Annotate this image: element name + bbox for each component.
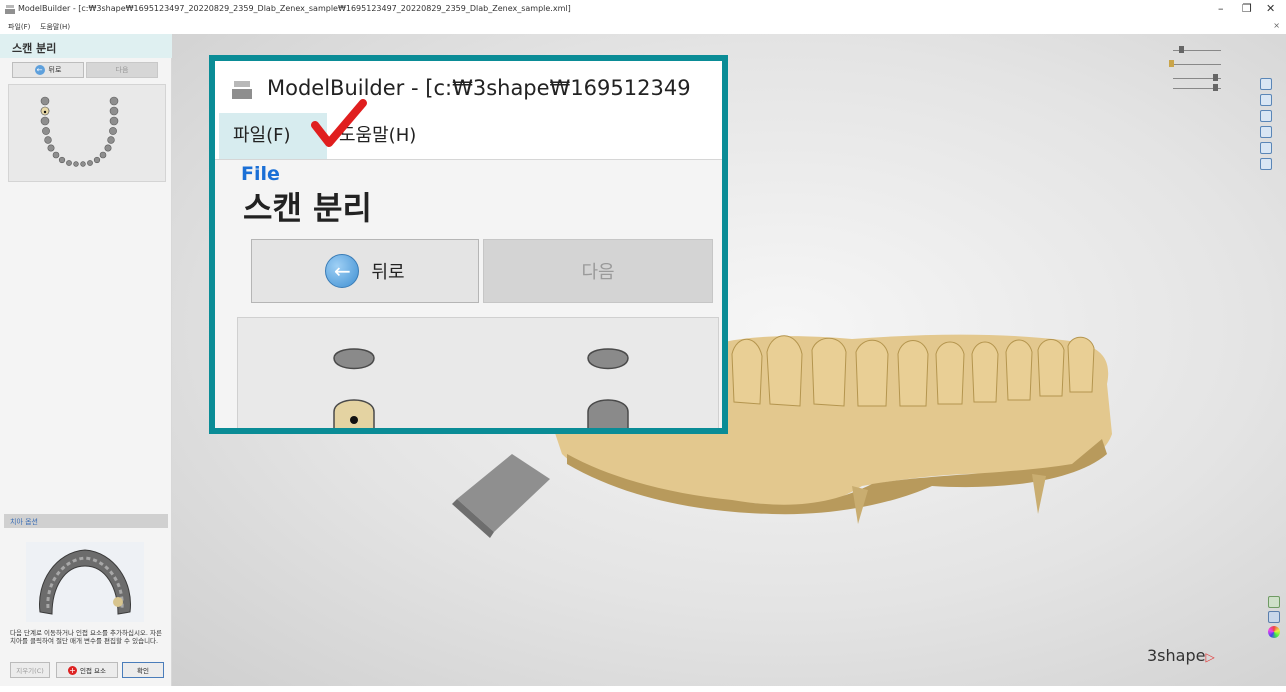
title-bar: ModelBuilder - [c:₩3shape₩1695123497_202… <box>0 0 1286 20</box>
view-left-icon[interactable] <box>1260 110 1272 122</box>
base-icon[interactable] <box>1213 74 1218 81</box>
display-toolbar <box>1268 596 1284 641</box>
window-title: ModelBuilder - [c:₩3shape₩1695123497_202… <box>18 4 571 13</box>
confirm-button-label: 확인 <box>137 667 149 675</box>
callout-next-button[interactable]: 다음 <box>483 239 713 303</box>
back-button[interactable]: ← 뒤로 <box>12 62 84 78</box>
callout-step-title: 스캔 분리 <box>243 189 372 227</box>
clear-button-label: 지우기(C) <box>16 667 44 675</box>
callout-window-title: ModelBuilder - [c:₩3shape₩169512349 <box>267 76 691 100</box>
arch-preview-icon <box>39 549 131 615</box>
clear-button[interactable]: 지우기(C) <box>10 662 50 678</box>
app-icon <box>5 5 15 14</box>
callout-back-arrow-icon: ← <box>325 254 360 288</box>
menu-file[interactable]: 파일(F) <box>8 22 30 32</box>
close-document-icon[interactable]: × <box>1273 21 1280 30</box>
view-right-icon[interactable] <box>1260 126 1272 138</box>
next-button[interactable]: 다음 <box>86 62 158 78</box>
callout-next-label: 다음 <box>581 262 615 283</box>
close-button[interactable]: ✕ <box>1266 3 1275 15</box>
color-mode-icon[interactable] <box>1268 626 1280 638</box>
scan-view-icon[interactable] <box>1268 596 1280 608</box>
view-top-icon[interactable] <box>1260 142 1272 154</box>
dental-arch-selector[interactable] <box>8 84 166 182</box>
adjacent-element-button[interactable]: + 인접 요소 <box>56 662 118 678</box>
clipping-sliders[interactable] <box>1165 40 1229 96</box>
back-arrow-icon: ← <box>34 65 45 75</box>
view-toolbar <box>1260 78 1276 174</box>
next-button-label: 다음 <box>115 66 129 74</box>
slider-track-2[interactable] <box>1173 64 1221 65</box>
implant-icon[interactable] <box>1213 84 1218 91</box>
model-view-icon[interactable] <box>1268 611 1280 623</box>
zoom-callout: ModelBuilder - [c:₩3shape₩169512349 파일(F… <box>209 55 728 434</box>
scissors-icon[interactable] <box>1179 46 1184 53</box>
brand-arrow-icon: ▷ <box>1205 650 1215 664</box>
view-front-icon[interactable] <box>1260 78 1272 90</box>
confirm-button[interactable]: 확인 <box>122 662 164 678</box>
brand-text: 3shape <box>1147 646 1206 665</box>
instructions-text: 다음 단계로 이동하거나 인접 요소를 추가하십시오. 자른 치아를 클릭하여 … <box>10 629 163 645</box>
callout-back-label: 뒤로 <box>371 262 405 283</box>
add-icon: + <box>68 665 77 675</box>
dental-arch-icon <box>40 96 119 167</box>
minimize-button[interactable]: – <box>1218 3 1224 15</box>
brand-logo: 3shape▷ <box>1147 646 1215 665</box>
callout-arch-selector[interactable] <box>237 317 719 428</box>
app-icon-large <box>232 81 252 99</box>
file-annotation: File <box>241 163 280 185</box>
restore-button[interactable]: ❐ <box>1242 3 1252 15</box>
callout-back-button[interactable]: ← 뒤로 <box>251 239 479 303</box>
callout-teeth-icon <box>333 348 629 428</box>
adjacent-element-label: 인접 요소 <box>80 667 106 675</box>
step-title: 스캔 분리 <box>12 42 57 55</box>
menu-bar: 파일(F) 도움말(H) × <box>0 20 1286 34</box>
model-visibility-icon[interactable] <box>1169 60 1174 67</box>
tooth-options-header: 치아 옵션 <box>4 514 168 528</box>
back-button-label: 뒤로 <box>48 66 62 74</box>
left-panel: 스캔 분리 ← 뒤로 다음 치아 옵션 다음 단계로 이동하거나 인접 요소를 … <box>0 34 172 686</box>
view-back-icon[interactable] <box>1260 94 1272 106</box>
menu-help[interactable]: 도움말(H) <box>40 22 70 32</box>
view-bottom-icon[interactable] <box>1260 158 1272 170</box>
checkmark-icon <box>311 99 367 147</box>
callout-menu-file[interactable]: 파일(F) <box>233 121 291 147</box>
arch-preview-image <box>26 542 144 622</box>
